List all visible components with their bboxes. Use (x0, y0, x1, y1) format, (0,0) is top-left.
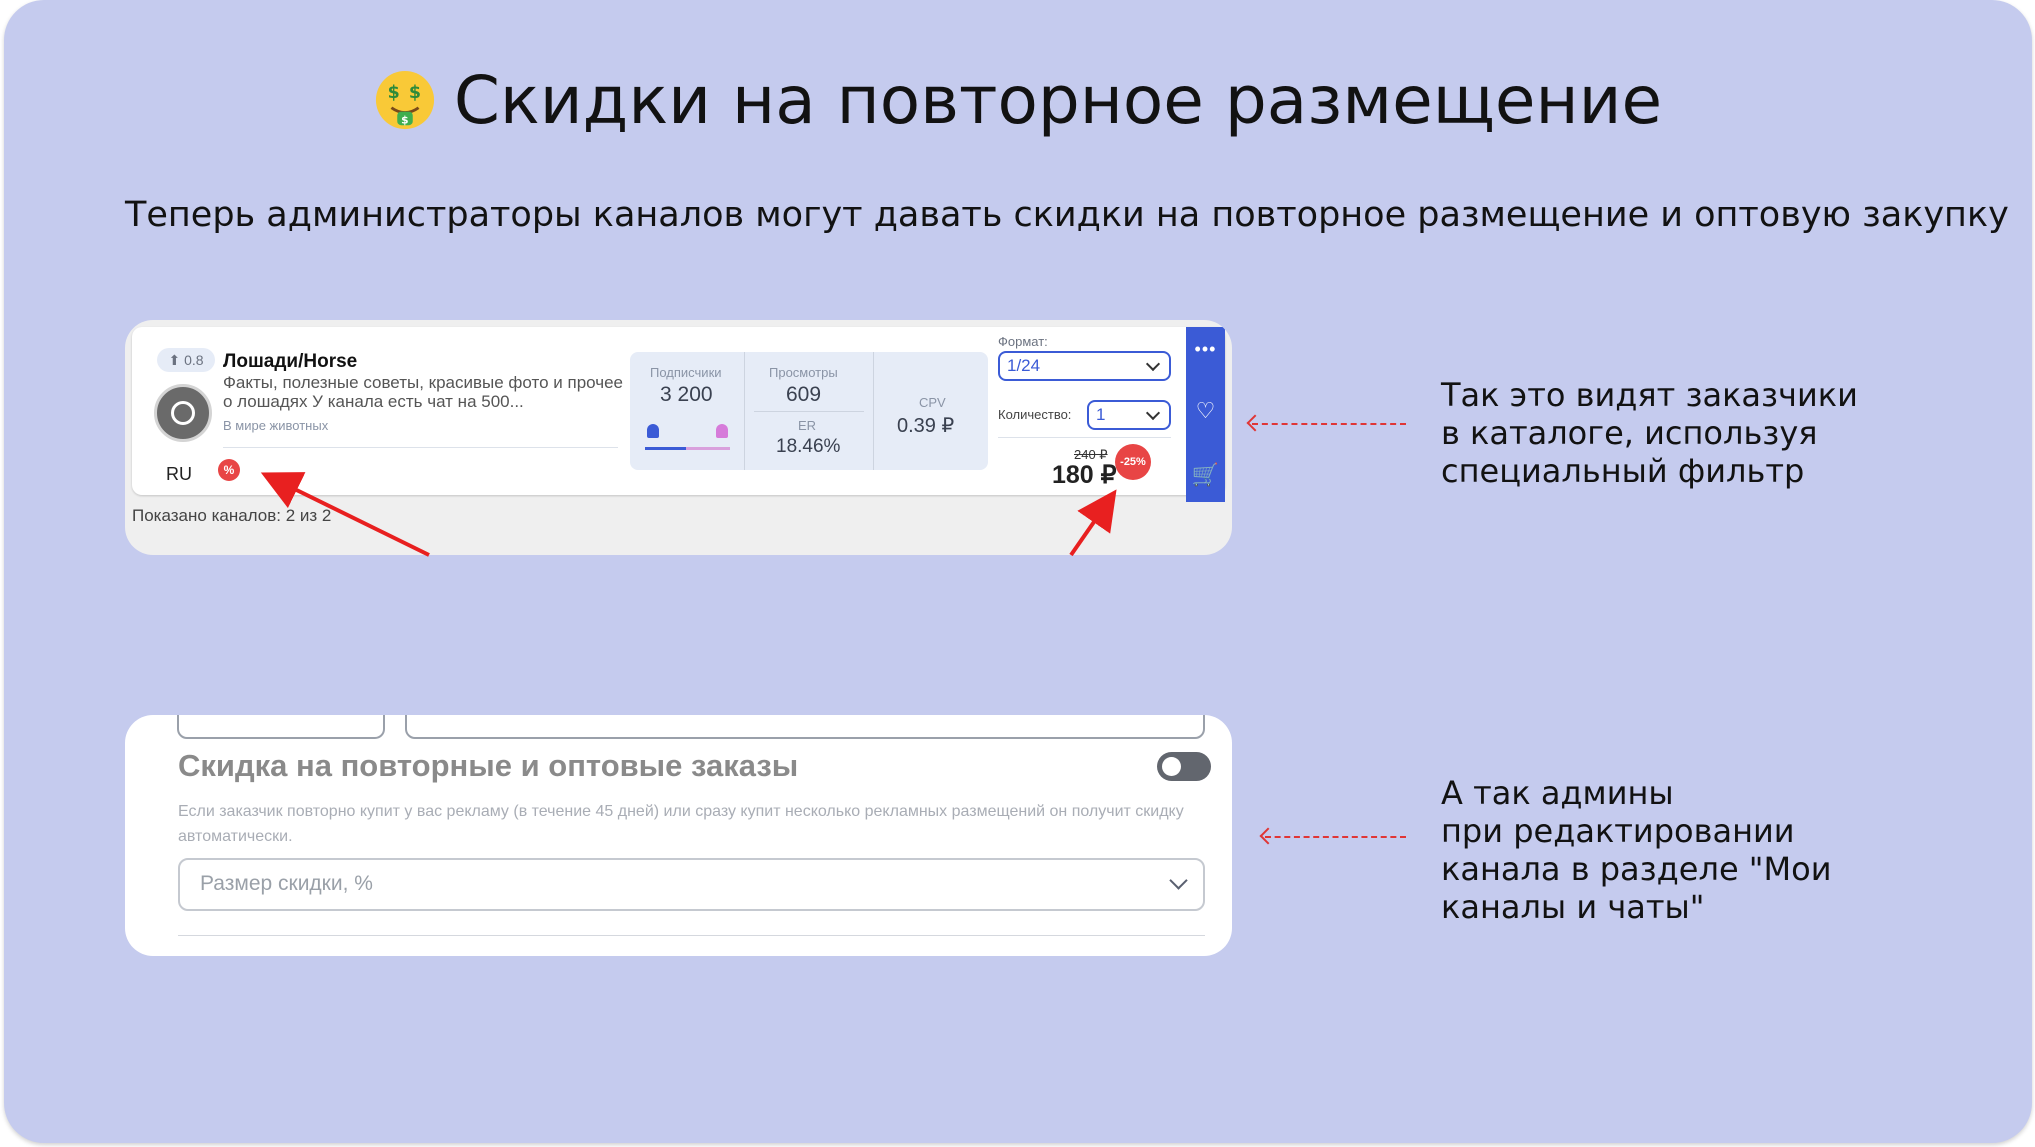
arrow-to-percent-badge (260, 472, 430, 557)
arrows-overlay (260, 472, 1117, 557)
arrow-to-discount-badge (1069, 489, 1117, 557)
slide: $ $ $ Скидки на повторное размещение Теп… (4, 0, 2032, 1143)
